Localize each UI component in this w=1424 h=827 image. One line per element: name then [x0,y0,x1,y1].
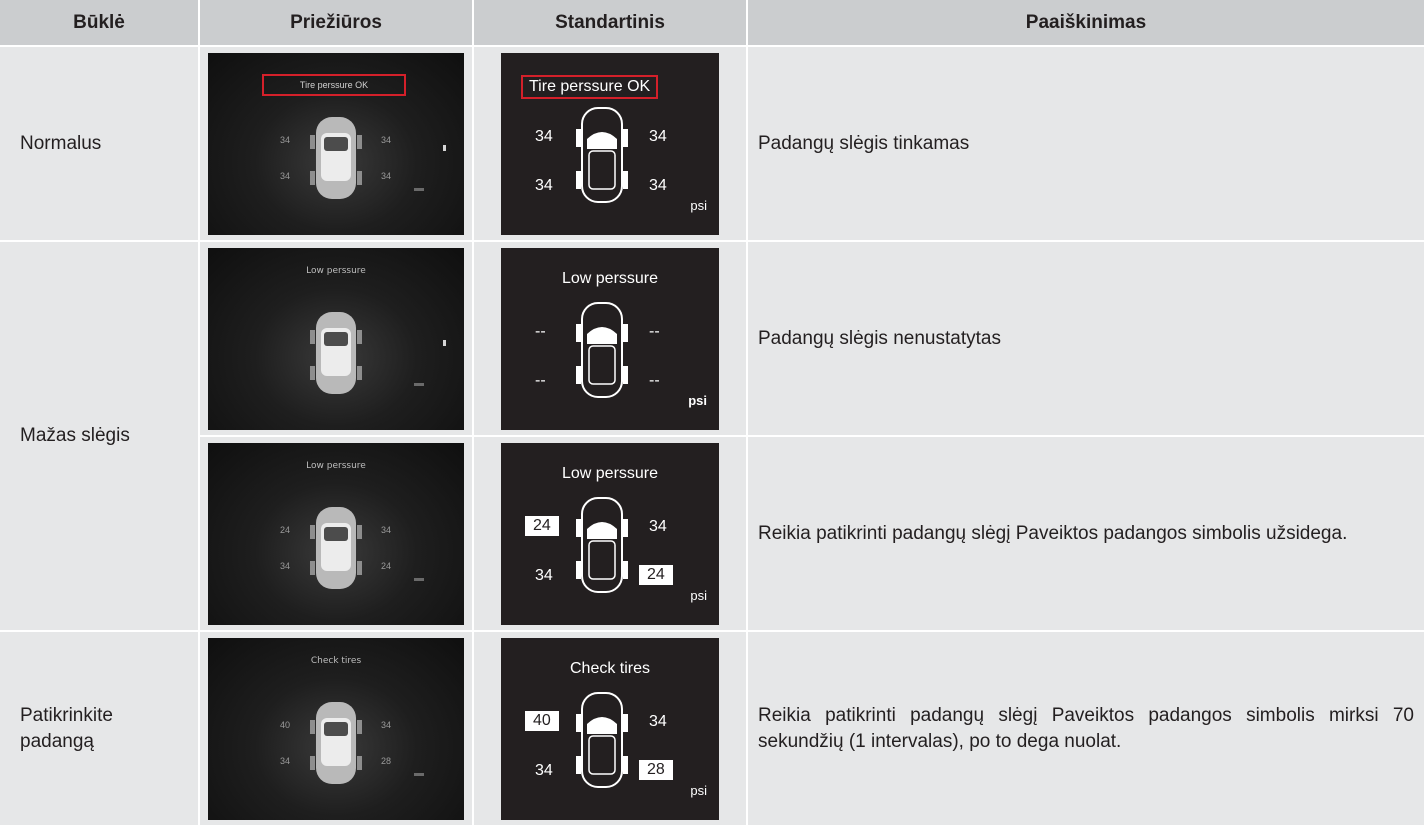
display-title: Tire perssure OK [521,74,659,99]
photo-indicator [414,382,424,386]
display-title: Check tires [569,659,651,677]
display-photo: Tire perssure OK 34 34 34 34 [208,52,464,235]
header-condition: Būklė [0,0,200,47]
car-outline-icon [576,301,628,398]
header-maintenance: Priežiūros [200,0,474,47]
photo-value-rl: 34 [280,755,291,766]
description-low: Reikia patikrinti padangų slėgį Paveikto… [748,437,1424,632]
photo-value-rr: 34 [381,170,392,181]
unit-label: psi [690,197,707,213]
unit-label: psi [690,587,707,603]
description-normal-text: Padangų slėgis tinkamas [758,132,970,154]
unit-label: psi [690,782,707,798]
display-photo: Low perssure [208,247,464,430]
display-photo: Check tires 40 34 34 28 [208,637,464,820]
value-rear-left: 34 [535,761,553,779]
header-explanation: Paaiškinimas [748,0,1424,47]
status-check-tire: Patikrinkite padangą [0,632,200,827]
tpms-status-table: Būklė Priežiūros Standartinis Paaiškinim… [0,0,1424,827]
photo-indicator [414,187,424,191]
photo-indicator [414,577,424,581]
display-title: Low perssure [561,269,659,287]
maintenance-display-normal: Tire perssure OK 34 34 34 34 [200,47,474,242]
photo-value-fr: 34 [381,719,392,730]
unit-label: psi [688,392,707,408]
value-front-left: -- [535,322,546,340]
display-panel: Low perssure 24 34 34 24 psi [501,442,719,625]
photo-value-rl: 34 [280,560,291,571]
description-unknown-text: Padangų slėgis nenustatytas [758,327,1001,349]
header-standard: Standartinis [474,0,748,47]
value-front-right: -- [649,322,660,340]
value-front-right: 34 [649,517,667,535]
photo-title: Tire perssure OK [299,79,369,90]
photo-value-rr: 24 [381,560,392,571]
maintenance-display-unknown: Low perssure [200,242,474,437]
car-top-view-icon [310,311,362,394]
photo-value-fl: 40 [280,719,291,730]
photo-title: Check tires [310,655,362,666]
status-low-pressure: Mažas slėgis [0,242,200,632]
car-outline-icon [576,691,628,788]
car-top-view-icon [310,701,362,784]
photo-value-fr: 34 [381,524,392,535]
value-front-left: 34 [535,127,553,145]
standard-display-unknown: Low perssure -- -- -- -- psi [474,242,748,437]
photo-value-fl: 24 [280,524,291,535]
value-front-left-highlighted: 40 [525,710,559,731]
photo-title: Low perssure [306,265,366,276]
photo-value-fr: 34 [381,134,392,145]
photo-value-rl: 34 [280,170,291,181]
display-panel: Check tires 40 34 34 28 psi [501,637,719,820]
description-normal: Padangų slėgis tinkamas [748,47,1424,242]
standard-display-low: Low perssure 24 34 34 24 psi [474,437,748,632]
standard-display-normal: Tire perssure OK 34 34 34 34 psi [474,47,748,242]
value-rear-right: -- [649,371,660,389]
value-front-right: 34 [649,712,667,730]
car-top-view-icon [310,116,362,199]
maintenance-display-low: Low perssure 24 34 34 24 [200,437,474,632]
description-check: Reikia patikrinti padangų slėgį Paveikto… [748,632,1424,827]
photo-glint [443,339,446,346]
value-rear-left: 34 [535,566,553,584]
value-rear-right-highlighted: 28 [639,759,673,780]
standard-display-check: Check tires 40 34 34 28 psi [474,632,748,827]
car-outline-icon [576,496,628,593]
description-low-text: Reikia patikrinti padangų slėgį Paveikto… [758,522,1348,544]
value-rear-right: 34 [649,176,667,194]
photo-value-rr: 28 [381,755,392,766]
car-outline-icon [576,106,628,203]
value-rear-left: -- [535,371,546,389]
photo-title: Low perssure [306,460,366,471]
photo-value-fl: 34 [280,134,291,145]
photo-indicator [414,772,424,776]
maintenance-display-check: Check tires 40 34 34 28 [200,632,474,827]
value-rear-left: 34 [535,176,553,194]
description-unknown: Padangų slėgis nenustatytas [748,242,1424,437]
value-front-left-highlighted: 24 [525,515,559,536]
status-check-tire-text: Patikrinkite padangą [20,704,113,752]
value-front-right: 34 [649,127,667,145]
display-photo: Low perssure 24 34 34 24 [208,442,464,625]
display-title: Low perssure [561,464,659,482]
display-panel: Low perssure -- -- -- -- psi [501,247,719,430]
display-panel: Tire perssure OK 34 34 34 34 psi [501,52,719,235]
photo-title-box: Tire perssure OK [262,73,406,96]
car-top-view-icon [310,506,362,589]
photo-glint [443,144,446,151]
status-normal: Normalus [0,47,200,242]
value-rear-right-highlighted: 24 [639,564,673,585]
description-check-text: Reikia patikrinti padangų slėgį Paveikto… [758,704,1414,752]
